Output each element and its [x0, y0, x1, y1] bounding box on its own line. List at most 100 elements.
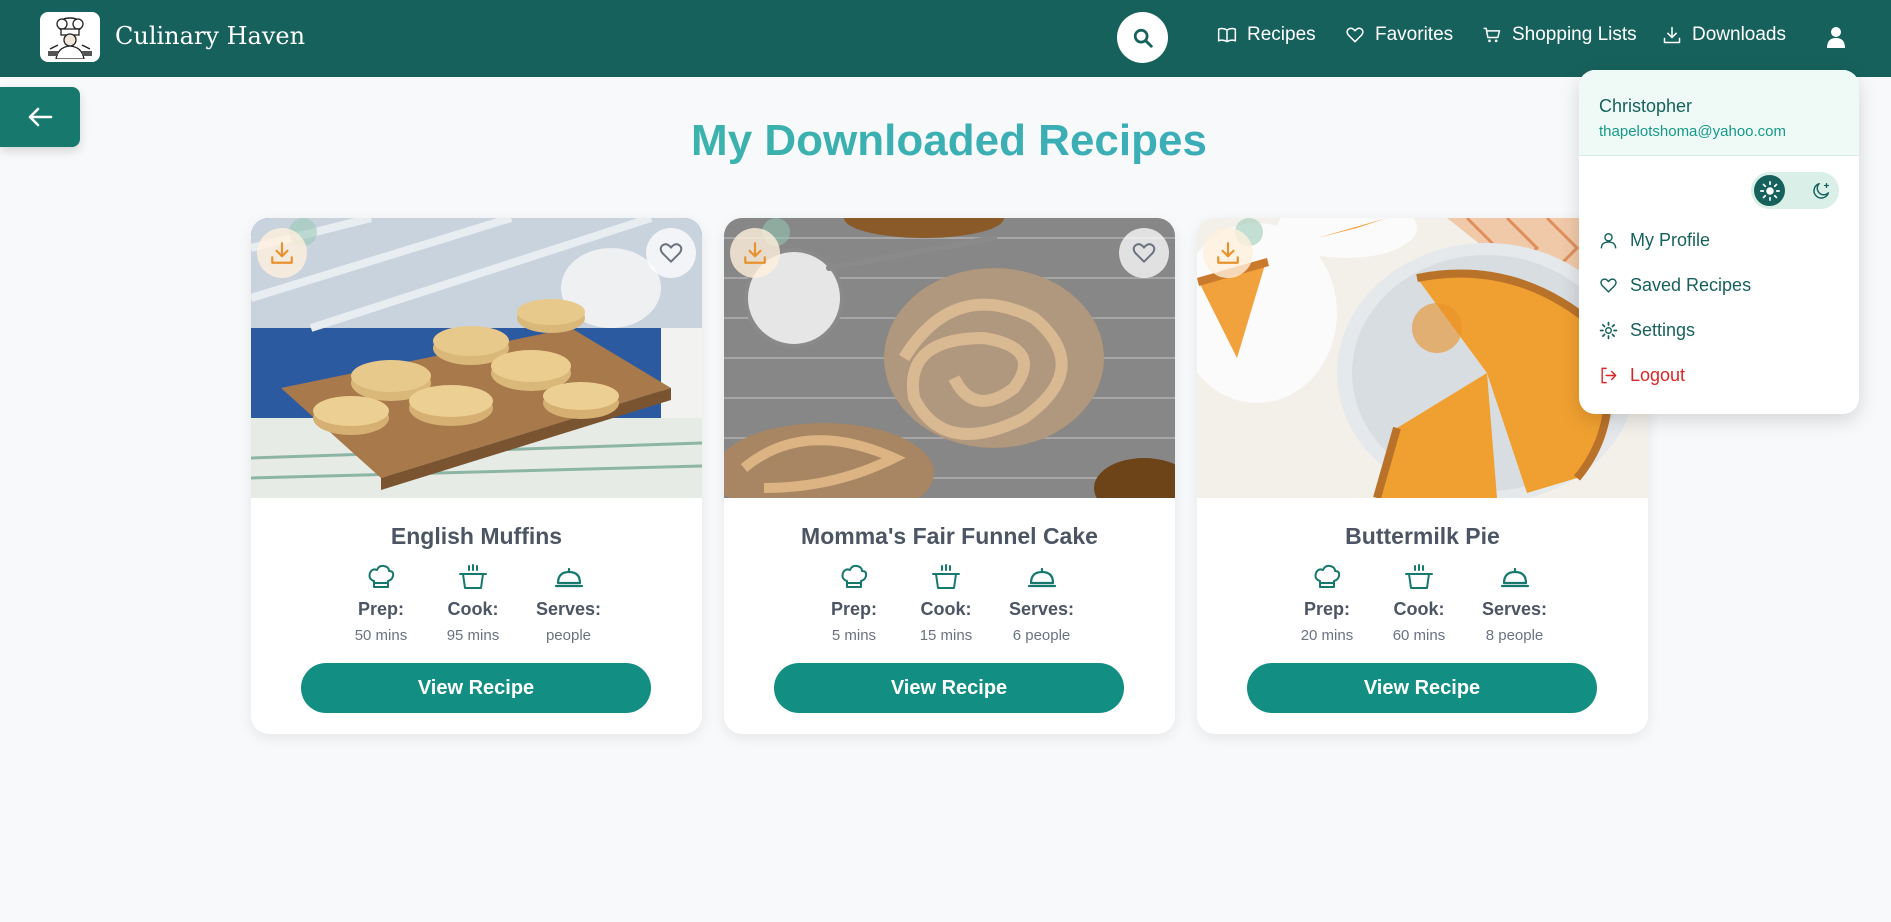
user-menu-button[interactable] [1823, 22, 1849, 52]
cart-icon [1483, 27, 1501, 43]
prep-stat: Prep: 50 mins [352, 563, 410, 644]
moon-icon [1812, 182, 1829, 199]
cook-value: 95 mins [446, 627, 500, 644]
view-recipe-button[interactable]: View Recipe [301, 663, 651, 713]
funnel-cake-photo [724, 218, 1175, 498]
user-icon [1827, 27, 1845, 48]
recipe-title: Buttermilk Pie [1345, 523, 1500, 549]
recipe-card: English Muffins Prep: 50 mins Cook: 95 m… [251, 218, 702, 734]
prep-value: 50 mins [354, 627, 408, 644]
serves-stat: Serves: people [536, 563, 601, 644]
prep-label: Prep: [830, 599, 877, 619]
menu-settings-label: Settings [1630, 320, 1696, 340]
cook-value: 60 mins [1392, 627, 1446, 644]
user-email: thapelotshoma@yahoo.com [1599, 123, 1787, 140]
downloaded-badge [1203, 228, 1253, 278]
nav-recipes-label: Recipes [1247, 24, 1316, 45]
cook-label: Cook: [1393, 599, 1445, 619]
menu-logout[interactable]: Logout [1599, 365, 1685, 386]
recipe-image[interactable] [724, 218, 1175, 498]
light-mode-button[interactable] [1754, 175, 1785, 206]
recipe-card: Momma's Fair Funnel Cake Prep: 5 mins Co… [724, 218, 1175, 734]
top-navbar: Culinary Haven Recipes Favorites Shoppin… [0, 0, 1891, 77]
brand-name[interactable]: Culinary Haven [115, 22, 305, 50]
favorite-button[interactable] [1119, 228, 1169, 278]
heart-icon [659, 243, 683, 263]
cooking-pot-icon [458, 564, 487, 589]
cook-value: 15 mins [919, 627, 973, 644]
view-recipe-button[interactable]: View Recipe [774, 663, 1124, 713]
nav-shopping-lists-label: Shopping Lists [1512, 24, 1637, 45]
menu-my-profile[interactable]: My Profile [1599, 230, 1710, 251]
serving-dish-icon [554, 567, 583, 588]
nav-downloads[interactable]: Downloads [1662, 24, 1786, 46]
download-icon [1217, 242, 1239, 264]
downloaded-badge [730, 228, 780, 278]
prep-value: 5 mins [831, 627, 877, 644]
chef-hat-icon [1314, 564, 1341, 588]
nav-shopping-lists[interactable]: Shopping Lists [1482, 24, 1637, 46]
heart-icon [1132, 243, 1156, 263]
nav-favorites[interactable]: Favorites [1345, 24, 1453, 46]
english-muffins-photo [251, 218, 702, 498]
user-icon [1600, 233, 1617, 249]
menu-saved-recipes-label: Saved Recipes [1630, 275, 1752, 295]
recipe-image[interactable] [251, 218, 702, 498]
user-dropdown-menu: Christopher thapelotshoma@yahoo.com My P… [1579, 70, 1859, 414]
chef-hat-icon [368, 564, 395, 588]
heart-icon [1600, 278, 1617, 293]
download-icon [1663, 26, 1681, 44]
favorite-button[interactable] [646, 228, 696, 278]
gear-icon [1599, 321, 1618, 340]
book-icon [1217, 27, 1237, 43]
user-name: Christopher [1599, 96, 1693, 116]
cook-stat: Cook: 15 mins [917, 563, 975, 644]
recipe-stats: Prep: 50 mins Cook: 95 mins Serves: peop… [251, 563, 702, 644]
user-info: Christopher thapelotshoma@yahoo.com [1579, 70, 1859, 156]
recipe-title: English Muffins [390, 523, 563, 549]
serves-label: Serves: [1008, 599, 1075, 619]
menu-logout-label: Logout [1630, 365, 1686, 385]
serves-label: Serves: [1481, 599, 1548, 619]
chef-logo-icon [48, 17, 92, 59]
cook-stat: Cook: 60 mins [1390, 563, 1448, 644]
sun-icon [1759, 180, 1780, 201]
recipe-stats: Prep: 20 mins Cook: 60 mins Serves: 8 pe… [1197, 563, 1648, 644]
logout-icon [1601, 367, 1617, 384]
cook-label: Cook: [447, 599, 499, 619]
theme-toggle[interactable] [1751, 172, 1839, 209]
view-recipe-button[interactable]: View Recipe [1247, 663, 1597, 713]
nav-favorites-label: Favorites [1375, 24, 1454, 45]
menu-saved-recipes[interactable]: Saved Recipes [1599, 275, 1751, 296]
serves-value: 6 people [1012, 627, 1071, 644]
serves-stat: Serves: 6 people [1009, 563, 1074, 644]
cook-label: Cook: [920, 599, 972, 619]
serves-value: people [545, 627, 592, 644]
search-icon [1133, 28, 1153, 48]
prep-stat: Prep: 5 mins [825, 563, 883, 644]
recipe-title: Momma's Fair Funnel Cake [801, 523, 1098, 549]
nav-downloads-label: Downloads [1692, 24, 1786, 45]
chef-hat-icon [841, 564, 868, 588]
serves-value: 8 people [1485, 627, 1544, 644]
serves-stat: Serves: 8 people [1482, 563, 1547, 644]
menu-my-profile-label: My Profile [1630, 230, 1711, 250]
serving-dish-icon [1500, 567, 1529, 588]
logo[interactable] [40, 12, 100, 62]
heart-icon [1346, 27, 1364, 43]
downloaded-badge [257, 228, 307, 278]
download-icon [744, 242, 766, 264]
serving-dish-icon [1027, 567, 1056, 588]
recipe-stats: Prep: 5 mins Cook: 15 mins Serves: 6 peo… [724, 563, 1175, 644]
cook-stat: Cook: 95 mins [444, 563, 502, 644]
download-icon [271, 242, 293, 264]
menu-settings[interactable]: Settings [1599, 320, 1695, 341]
prep-stat: Prep: 20 mins [1298, 563, 1356, 644]
nav-recipes[interactable]: Recipes [1217, 24, 1316, 46]
serves-label: Serves: [535, 599, 602, 619]
dark-mode-button[interactable] [1805, 175, 1836, 206]
prep-value: 20 mins [1300, 627, 1354, 644]
search-button[interactable] [1117, 12, 1168, 63]
prep-label: Prep: [357, 599, 404, 619]
prep-label: Prep: [1303, 599, 1350, 619]
